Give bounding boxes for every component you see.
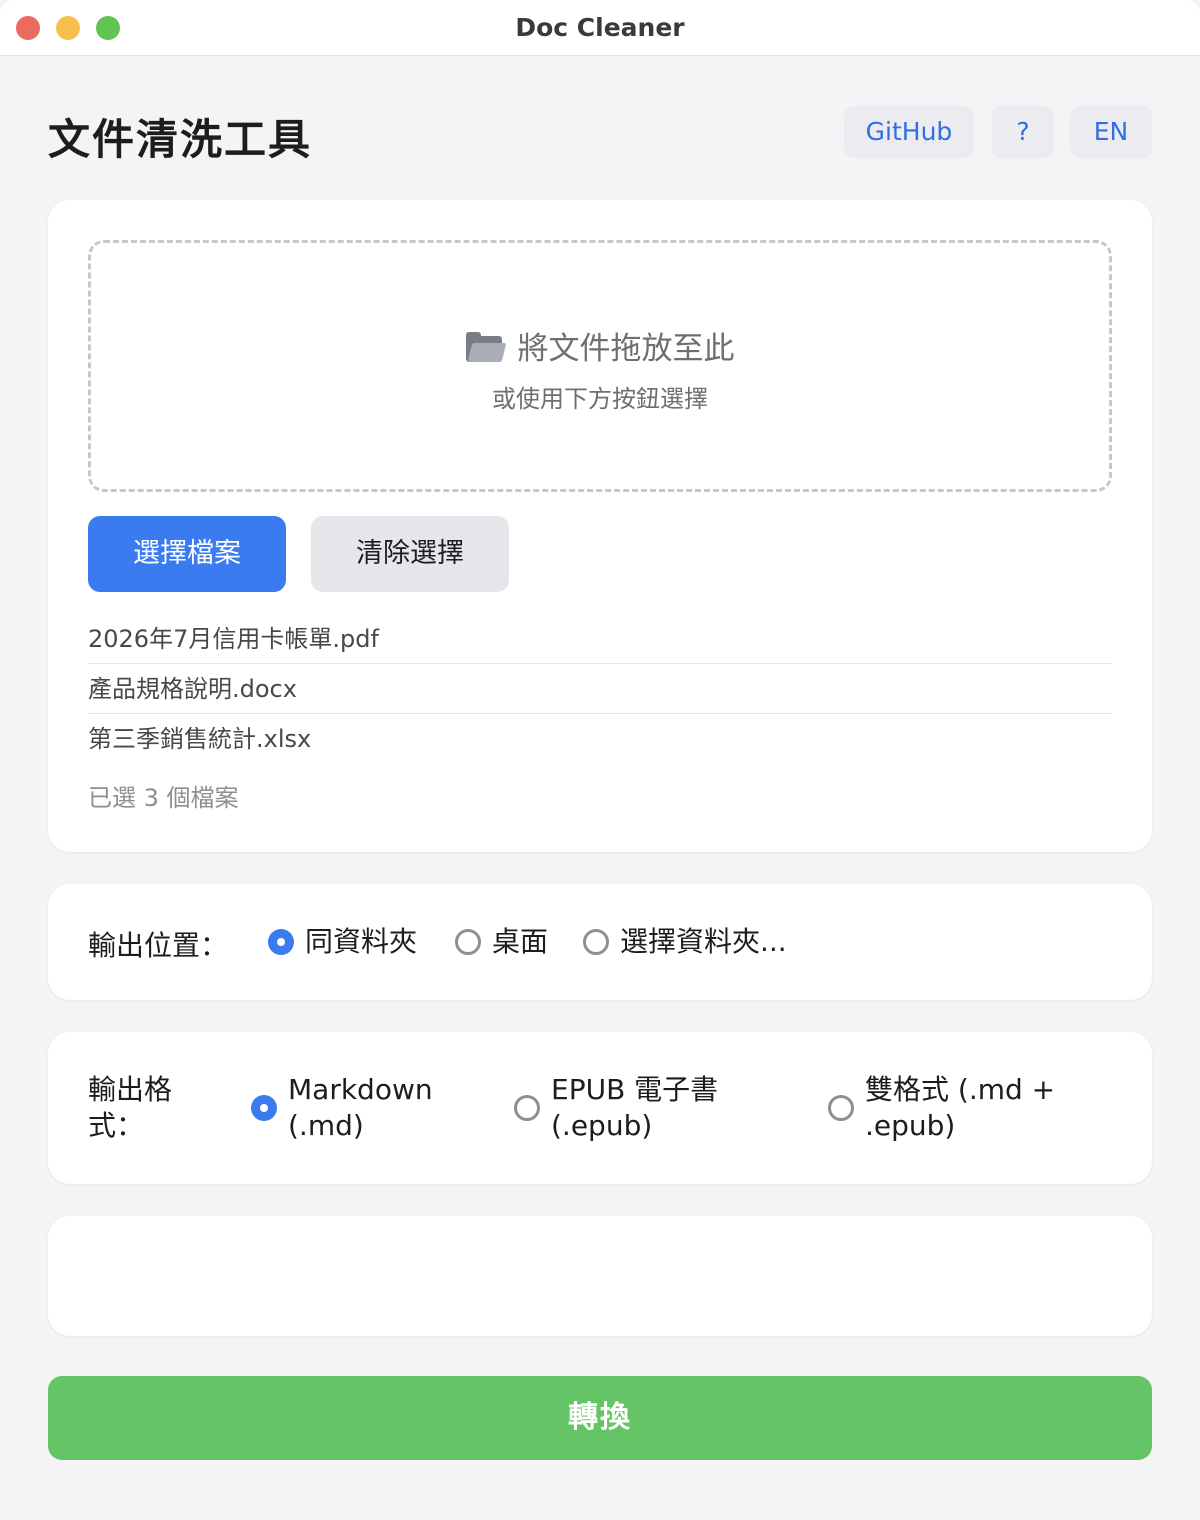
output-format-label: 輸出格式： — [88, 1073, 173, 1142]
output-format-card: 輸出格式： Markdown (.md) EPUB 電子書 (.epub) 雙格… — [48, 1032, 1152, 1184]
location-same-folder-radio[interactable] — [268, 929, 294, 955]
window-title: Doc Cleaner — [515, 13, 685, 42]
help-button[interactable]: ? — [992, 106, 1054, 158]
choose-files-button[interactable]: 選擇檔案 — [88, 516, 286, 592]
drop-zone[interactable]: 將文件拖放至此 或使用下方按鈕選擇 — [88, 240, 1112, 492]
language-toggle-button[interactable]: EN — [1070, 106, 1152, 158]
app-window: Doc Cleaner 文件清洗工具 GitHub ? EN 將文件拖放至此 或… — [0, 0, 1200, 1520]
format-epub-radio[interactable] — [514, 1095, 540, 1121]
drop-zone-title-row: 將文件拖放至此 — [91, 323, 1109, 368]
location-same-folder-label[interactable]: 同資料夾 — [305, 924, 417, 960]
location-desktop-radio[interactable] — [455, 929, 481, 955]
format-epub-label[interactable]: EPUB 電子書 (.epub) — [551, 1072, 771, 1144]
drop-zone-subtitle: 或使用下方按鈕選擇 — [492, 385, 708, 413]
location-desktop-label[interactable]: 桌面 — [492, 924, 548, 960]
page-title: 文件清洗工具 — [48, 115, 313, 164]
clear-selection-button[interactable]: 清除選擇 — [311, 516, 509, 592]
convert-button[interactable]: 轉換 — [48, 1376, 1152, 1460]
github-button[interactable]: GitHub — [844, 106, 974, 158]
file-list-item: 2026年7月信用卡帳單.pdf — [88, 614, 1112, 664]
file-selection-card: 將文件拖放至此 或使用下方按鈕選擇 選擇檔案 清除選擇 2026年7月信用卡帳單… — [48, 200, 1152, 852]
format-markdown-radio[interactable] — [251, 1095, 277, 1121]
page-header: 文件清洗工具 GitHub ? EN — [48, 100, 1152, 164]
format-both-label[interactable]: 雙格式 (.md + .epub) — [865, 1072, 1085, 1144]
title-bar: Doc Cleaner — [0, 0, 1200, 56]
file-list: 2026年7月信用卡帳單.pdf 產品規格說明.docx 第三季銷售統計.xls… — [88, 614, 1112, 764]
file-list-item: 第三季銷售統計.xlsx — [88, 725, 312, 753]
drop-zone-title: 將文件拖放至此 — [517, 331, 735, 367]
file-list-item: 產品規格說明.docx — [88, 664, 1112, 714]
format-both-radio[interactable] — [828, 1095, 854, 1121]
location-choose-folder-label[interactable]: 選擇資料夾... — [620, 924, 787, 960]
output-location-card: 輸出位置： 同資料夾 桌面 選擇資料夾... — [48, 884, 1152, 1000]
status-panel — [48, 1216, 1152, 1336]
output-location-label: 輸出位置： — [88, 929, 229, 962]
format-markdown-label[interactable]: Markdown (.md) — [288, 1072, 488, 1144]
location-choose-folder-radio[interactable] — [583, 929, 609, 955]
file-count: 已選 3 個檔案 — [88, 784, 239, 812]
folder-icon — [465, 332, 506, 362]
